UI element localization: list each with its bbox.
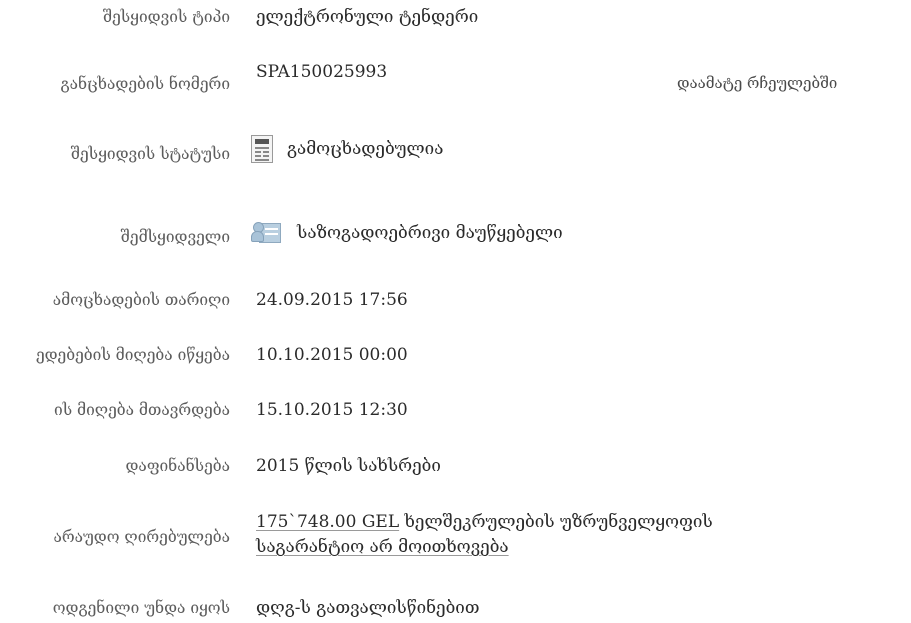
procurement-status-label: შესყიდვის სტატუსი [70, 145, 230, 163]
bids-end-label: ის მიღება მთავრდება [54, 401, 230, 419]
tender-details-page: შესყიდვის ტიპი ელექტრონული ტენდერი განცხ… [0, 0, 911, 623]
procuring-entity-text[interactable]: საზოგადოებრივი მაუწყებელი [297, 222, 563, 244]
funding-value: 2015 წლის სახსრები [256, 456, 441, 476]
procuring-entity-value: საზოგადოებრივი მაუწყებელი [251, 220, 563, 246]
estimated-value-label: არაუდო ღირებულება [53, 528, 230, 546]
procurement-type-label: შესყიდვის ტიპი [102, 8, 230, 26]
person-card-icon [251, 220, 283, 246]
funding-label: დაფინანსება [125, 457, 230, 475]
price-presentation-value: დღგ-ს გათვალისწინებით [256, 598, 480, 618]
procurement-status-value: გამოცხადებულია [251, 135, 443, 163]
estimated-value-value: 175`748.00 GEL ხელშეკრულების უზრუნველყოფ… [256, 510, 713, 560]
announcement-date-value: 24.09.2015 17:56 [256, 290, 408, 310]
procurement-status-text: გამოცხადებულია [287, 139, 444, 159]
estimated-value-line-1: 175`748.00 GEL ხელშეკრულების უზრუნველყოფ… [256, 510, 713, 535]
guarantee-text: საგარანტიო არ მოითხოვება [256, 537, 509, 557]
bids-end-value: 15.10.2015 12:30 [256, 400, 408, 420]
announcement-number-label: განცხადების ნომერი [60, 75, 231, 93]
announcement-date-label: ამოცხადების თარიღი [52, 291, 230, 309]
add-to-favorites-link[interactable]: დაამატე რჩეულებში [677, 72, 837, 94]
contract-security-text: ხელშეკრულების უზრუნველყოფის [404, 512, 713, 532]
procuring-entity-label: შემსყიდველი [120, 228, 230, 246]
price-presentation-label: ოდგენილი უნდა იყოს [52, 599, 230, 617]
bids-start-value: 10.10.2015 00:00 [256, 345, 408, 365]
procurement-type-value: ელექტრონული ტენდერი [256, 7, 479, 27]
estimated-amount: 175`748.00 GEL [256, 512, 400, 532]
announcement-number-value: SPA150025993 [256, 62, 388, 82]
bids-start-label: ედებების მიღება იწყება [35, 346, 230, 364]
announcement-doc-icon [251, 135, 273, 163]
